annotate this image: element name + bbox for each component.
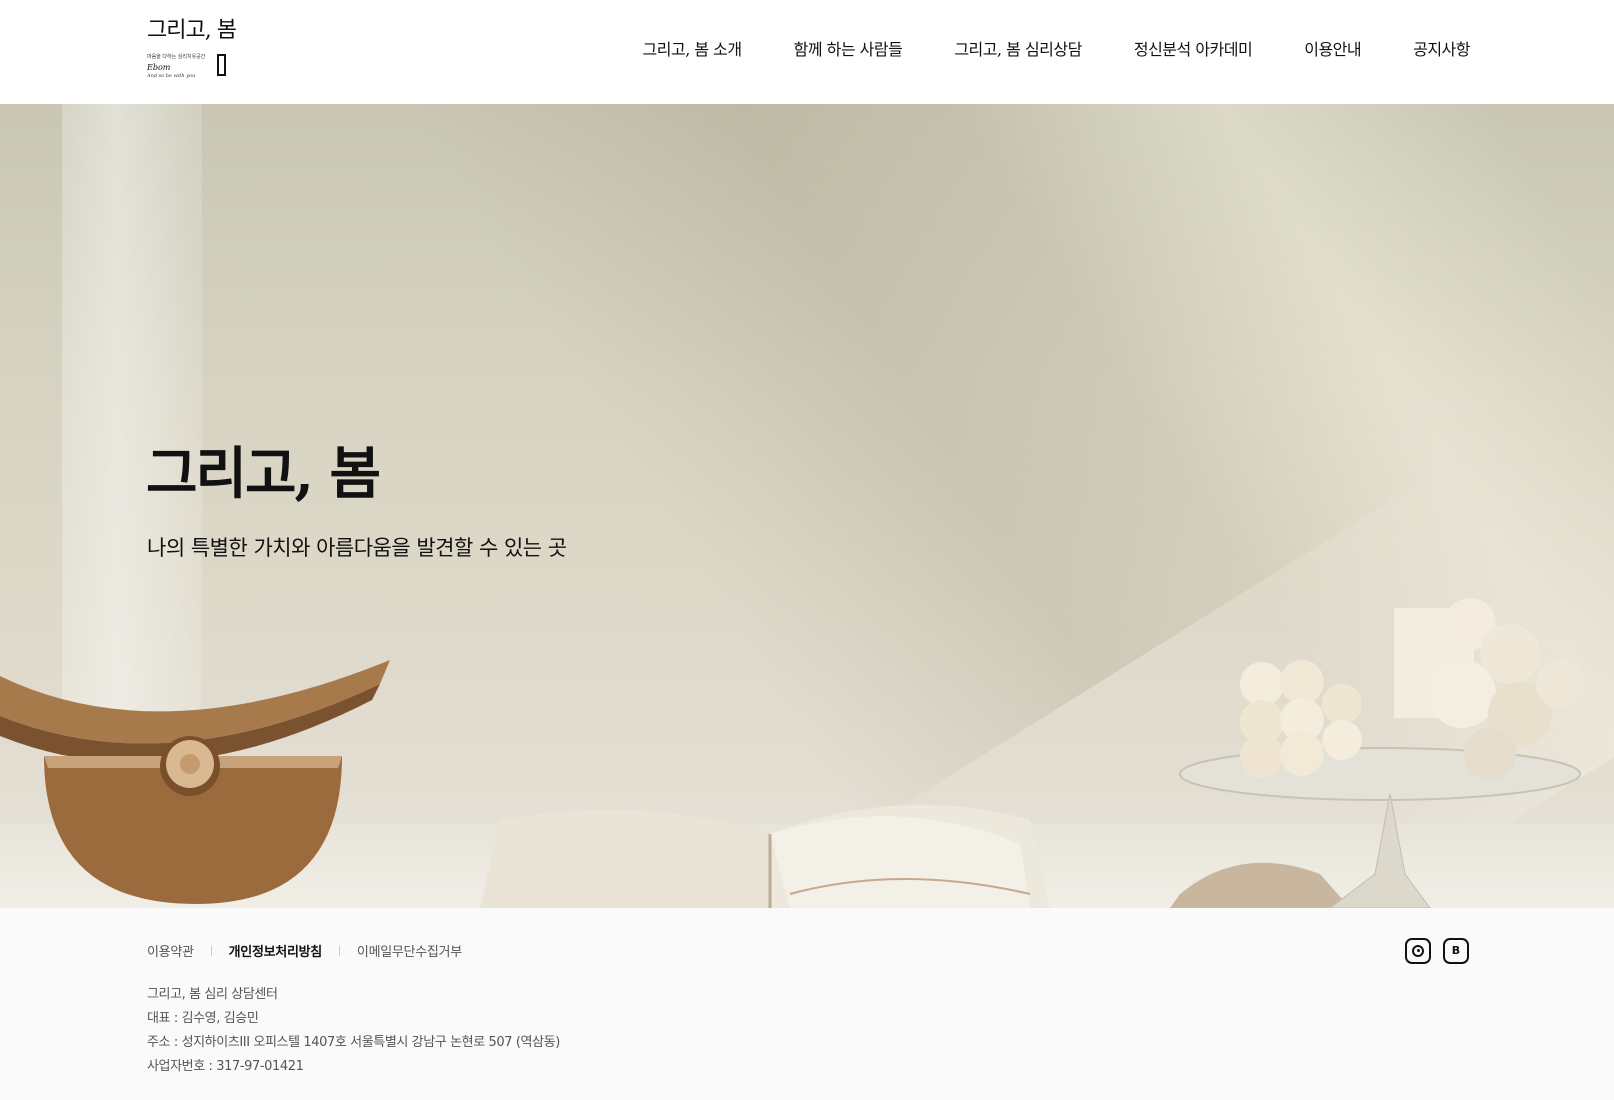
instagram-icon[interactable] xyxy=(1405,938,1431,964)
social-links: B xyxy=(1405,938,1469,964)
terms-link[interactable]: 이용약관 xyxy=(147,941,194,960)
blog-icon[interactable]: B xyxy=(1443,938,1469,964)
small-book xyxy=(1170,862,1350,908)
blog-letter: B xyxy=(1451,944,1461,957)
divider xyxy=(338,945,340,956)
logo-text: 그리고, 봄 xyxy=(147,18,237,43)
hero-banner: 그리고, 봄 나의 특별한 가치와 아름다움을 발견할 수 있는 곳 xyxy=(0,104,1614,908)
logo-mark xyxy=(217,54,226,76)
logo-subtext: 마음을 다하는 심리치유공간 xyxy=(147,54,206,60)
nav-counseling[interactable]: 그리고, 봄 심리상담 xyxy=(954,38,1082,62)
nav-guide[interactable]: 이용안내 xyxy=(1304,38,1361,62)
company-ceo: 대표 : 김수영, 김승민 xyxy=(147,1011,259,1026)
logo-english-name: Ebom xyxy=(147,63,171,72)
hero-subtitle: 나의 특별한 가치와 아름다움을 발견할 수 있는 곳 xyxy=(147,536,567,560)
nav-about[interactable]: 그리고, 봄 소개 xyxy=(643,38,743,62)
email-refusal-link[interactable]: 이메일무단수집거부 xyxy=(357,941,462,960)
footer-links: 이용약관 개인정보처리방침 이메일무단수집거부 xyxy=(147,941,462,960)
privacy-link[interactable]: 개인정보처리방침 xyxy=(229,941,323,960)
site-header: 그리고, 봄 마음을 다하는 심리치유공간 Ebom And so be wit… xyxy=(0,0,1614,104)
instagram-lens xyxy=(1412,945,1424,957)
open-book xyxy=(480,804,1050,908)
nav-academy[interactable]: 정신분석 아카데미 xyxy=(1134,38,1253,62)
business-number: 사업자번호 : 317-97-01421 xyxy=(147,1059,304,1074)
nav-notice[interactable]: 공지사항 xyxy=(1413,38,1470,62)
site-footer: 이용약관 개인정보처리방침 이메일무단수집거부 그리고, 봄 심리 상담센터 대… xyxy=(0,908,1614,1100)
company-info: 그리고, 봄 심리 상담센터 대표 : 김수영, 김승민 주소 : 성지하이츠I… xyxy=(147,983,560,1079)
hero-title: 그리고, 봄 xyxy=(146,441,381,507)
divider xyxy=(210,945,212,956)
nav-people[interactable]: 함께 하는 사람들 xyxy=(794,38,903,62)
company-name: 그리고, 봄 심리 상담센터 xyxy=(147,987,278,1002)
company-address: 주소 : 성지하이츠III 오피스텔 1407호 서울특별시 강남구 논현로 5… xyxy=(147,1035,560,1050)
main-nav: 그리고, 봄 소개 함께 하는 사람들 그리고, 봄 심리상담 정신분석 아카데… xyxy=(591,38,1471,62)
site-logo[interactable]: 그리고, 봄 마음을 다하는 심리치유공간 Ebom And so be wit… xyxy=(147,18,239,82)
logo-tagline: And so be with you xyxy=(147,73,196,79)
wooden-object xyxy=(0,660,390,904)
